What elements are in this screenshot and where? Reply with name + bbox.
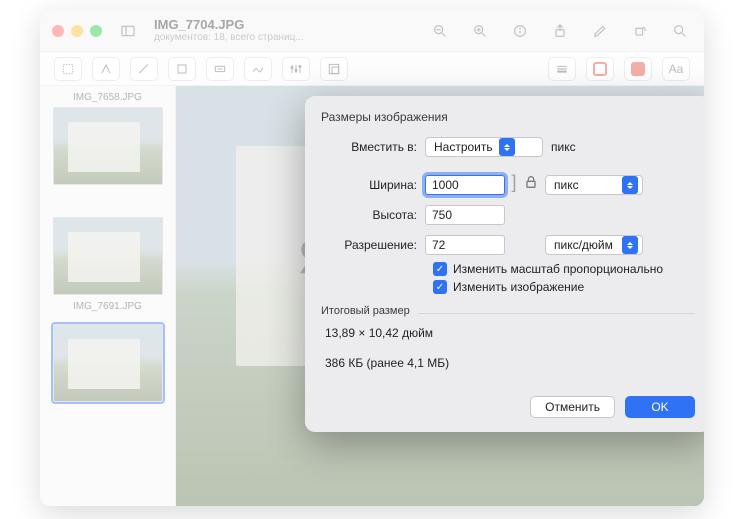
titlebar: IMG_7704.JPG документов: 18, всего стран… (40, 10, 704, 52)
ok-button[interactable]: OK (625, 396, 695, 418)
link-bracket: ] (505, 160, 523, 204)
window-controls (52, 25, 102, 37)
info-icon[interactable] (508, 19, 532, 43)
thumb-label: IMG_7691.JPG (50, 301, 165, 312)
markup-toolbar: Aa (40, 52, 704, 86)
result-block: 13,89 × 10,42 дюйм 386 КБ (ранее 4,1 МБ) (321, 318, 695, 390)
search-icon[interactable] (668, 19, 692, 43)
toolbar-group (428, 19, 692, 43)
resolution-label: Разрешение: (321, 238, 425, 252)
fit-unit: пикс (551, 140, 576, 154)
result-dimensions: 13,89 × 10,42 дюйм (325, 326, 695, 340)
scale-proportionally-checkbox[interactable]: ✓ (433, 262, 447, 276)
tool-instant-alpha[interactable] (92, 57, 120, 81)
tool-shapes[interactable] (168, 57, 196, 81)
tool-fill-color[interactable] (624, 57, 652, 81)
thumbnail[interactable] (53, 217, 163, 295)
thumb-label: IMG_7658.JPG (50, 92, 165, 103)
width-input[interactable]: 1000 (425, 175, 505, 195)
preview-window: IMG_7704.JPG документов: 18, всего стран… (40, 10, 704, 506)
dialog-title: Размеры изображения (321, 110, 695, 124)
zoom-out-icon[interactable] (428, 19, 452, 43)
chevron-updown-icon (499, 138, 515, 156)
fit-value: Настроить (434, 140, 493, 154)
resample-checkbox[interactable]: ✓ (433, 280, 447, 294)
zoom-in-icon[interactable] (468, 19, 492, 43)
tool-selection[interactable] (54, 57, 82, 81)
resample-label: Изменить изображение (453, 280, 584, 294)
rotate-icon[interactable] (628, 19, 652, 43)
title-block: IMG_7704.JPG документов: 18, всего стран… (154, 18, 304, 43)
chevron-updown-icon (622, 236, 638, 254)
dimension-unit-select[interactable]: пикс (545, 175, 643, 195)
window-title: IMG_7704.JPG (154, 18, 304, 32)
divider: Итоговый размер (321, 302, 695, 314)
resolution-input[interactable]: 72 (425, 235, 505, 255)
tool-border-color[interactable] (586, 57, 614, 81)
resize-dialog: Размеры изображения Вместить в: Настроит… (305, 96, 704, 432)
fit-select[interactable]: Настроить (425, 137, 543, 157)
result-filesize: 386 КБ (ранее 4,1 МБ) (325, 356, 695, 370)
result-header: Итоговый размер (321, 305, 418, 317)
tool-text-style[interactable]: Aa (662, 57, 690, 81)
thumbnail-sidebar[interactable]: IMG_7658.JPG IMG_7691.JPG (40, 86, 176, 506)
cancel-button[interactable]: Отменить (530, 396, 615, 418)
tool-adjust-size[interactable] (320, 57, 348, 81)
tool-line-weight[interactable] (548, 57, 576, 81)
share-icon[interactable] (548, 19, 572, 43)
tool-text[interactable] (206, 57, 234, 81)
fit-label: Вместить в: (321, 140, 425, 154)
tool-sign[interactable] (244, 57, 272, 81)
markup-icon[interactable] (588, 19, 612, 43)
thumbnail-selected[interactable] (53, 324, 163, 402)
minimize-window-button[interactable] (71, 25, 83, 37)
thumbnail[interactable] (53, 107, 163, 185)
close-window-button[interactable] (52, 25, 64, 37)
tool-sketch[interactable] (130, 57, 158, 81)
tool-adjust-color[interactable] (282, 57, 310, 81)
width-label: Ширина: (321, 178, 425, 192)
height-label: Высота: (321, 208, 425, 222)
zoom-window-button[interactable] (90, 25, 102, 37)
window-subtitle: документов: 18, всего страниц... (154, 32, 304, 43)
chevron-updown-icon (622, 176, 638, 194)
sidebar-toggle-icon[interactable] (116, 19, 140, 43)
height-input[interactable]: 750 (425, 205, 505, 225)
lock-icon[interactable] (523, 160, 539, 204)
scale-proportionally-label: Изменить масштаб пропорционально (453, 262, 663, 276)
resolution-unit-select[interactable]: пикс/дюйм (545, 235, 643, 255)
